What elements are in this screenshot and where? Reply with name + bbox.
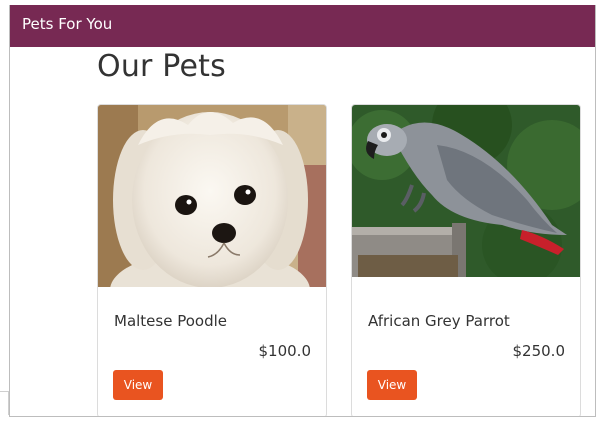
view-button[interactable]: View	[367, 370, 417, 400]
app-frame: Pets For You Our Pets Maltese Poodle $10…	[9, 5, 596, 417]
pet-price: $250.0	[512, 342, 566, 360]
pet-name: Maltese Poodle	[114, 312, 228, 330]
navbar: Pets For You	[10, 5, 595, 47]
pet-name: African Grey Parrot	[368, 312, 510, 330]
window-edge	[0, 391, 9, 415]
pet-card: African Grey Parrot $250.0 View	[351, 104, 581, 416]
page-title: Our Pets	[97, 49, 226, 84]
maltese-poodle-photo	[98, 105, 326, 287]
pet-price: $100.0	[258, 342, 312, 360]
view-button[interactable]: View	[113, 370, 163, 400]
navbar-brand[interactable]: Pets For You	[22, 15, 112, 33]
pet-card: Maltese Poodle $100.0 View	[97, 104, 327, 416]
african-grey-parrot-photo	[352, 105, 580, 277]
